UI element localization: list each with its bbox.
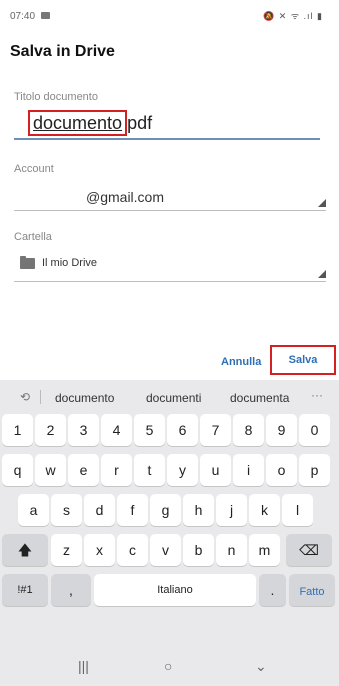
key-g[interactable]: g xyxy=(150,494,181,526)
more-suggestions-icon[interactable]: ··· xyxy=(311,388,323,402)
recents-icon[interactable]: ||| xyxy=(78,658,89,674)
account-select[interactable]: @gmail.com xyxy=(14,181,326,211)
key-v[interactable]: v xyxy=(150,534,181,566)
keyboard: ⟲ documento documenti documenta ··· 1 2 … xyxy=(0,380,339,686)
title-rest-text[interactable]: pdf xyxy=(127,113,152,133)
key-8[interactable]: 8 xyxy=(233,414,264,446)
navigation-bar: ||| ○ ⌄ xyxy=(0,646,339,686)
key-f[interactable]: f xyxy=(117,494,148,526)
key-5[interactable]: 5 xyxy=(134,414,165,446)
dropdown-corner-icon xyxy=(318,199,326,207)
done-key[interactable]: Fatto xyxy=(289,574,335,606)
key-6[interactable]: 6 xyxy=(167,414,198,446)
folder-select[interactable]: Il mio Drive xyxy=(14,250,326,282)
key-4[interactable]: 4 xyxy=(101,414,132,446)
key-x[interactable]: x xyxy=(84,534,115,566)
key-p[interactable]: p xyxy=(299,454,330,486)
suggestion-1[interactable]: documento xyxy=(55,391,114,405)
key-m[interactable]: m xyxy=(249,534,280,566)
folder-label: Cartella xyxy=(14,231,52,243)
key-c[interactable]: c xyxy=(117,534,148,566)
key-z[interactable]: z xyxy=(51,534,82,566)
key-0[interactable]: 0 xyxy=(299,414,330,446)
dialog-title: Salva in Drive xyxy=(10,43,115,60)
title-selected-text[interactable]: documento xyxy=(28,110,128,136)
status-icons: 🔕 ✕ ᯤ .ıl ▮ xyxy=(263,11,323,21)
key-h[interactable]: h xyxy=(183,494,214,526)
key-w[interactable]: w xyxy=(35,454,66,486)
key-s[interactable]: s xyxy=(51,494,82,526)
done-key-label: Fatto xyxy=(299,586,325,598)
key-1[interactable]: 1 xyxy=(2,414,33,446)
period-key[interactable]: . xyxy=(259,574,286,606)
comma-key[interactable]: , xyxy=(51,574,91,606)
key-k[interactable]: k xyxy=(249,494,280,526)
key-q[interactable]: q xyxy=(2,454,33,486)
key-b[interactable]: b xyxy=(183,534,214,566)
folder-value: Il mio Drive xyxy=(42,257,98,269)
key-u[interactable]: u xyxy=(200,454,231,486)
home-icon[interactable]: ○ xyxy=(164,658,172,674)
suggestion-2[interactable]: documenti xyxy=(146,391,201,405)
save-button[interactable]: Salva xyxy=(270,345,336,375)
space-key[interactable]: Italiano xyxy=(94,574,256,606)
cancel-button[interactable]: Annulla xyxy=(221,356,261,368)
account-value: @gmail.com xyxy=(86,189,165,205)
status-time: 07:40 xyxy=(10,11,36,22)
suggestion-toggle-icon[interactable]: ⟲ xyxy=(20,390,30,404)
backspace-key-icon[interactable]: ⌫ xyxy=(286,534,332,566)
key-7[interactable]: 7 xyxy=(200,414,231,446)
suggestion-bar: ⟲ documento documenti documenta ··· xyxy=(0,380,339,414)
symbols-key[interactable]: !#1 xyxy=(2,574,48,606)
title-label: Titolo documento xyxy=(14,91,98,103)
key-a[interactable]: a xyxy=(18,494,49,526)
shift-key-icon[interactable]: 🡅 xyxy=(2,534,48,566)
key-j[interactable]: j xyxy=(216,494,247,526)
back-icon[interactable]: ⌄ xyxy=(255,658,267,675)
key-n[interactable]: n xyxy=(216,534,247,566)
dropdown-corner-icon xyxy=(318,270,326,278)
suggestion-3[interactable]: documenta xyxy=(230,391,289,405)
key-e[interactable]: e xyxy=(68,454,99,486)
suggestion-divider xyxy=(40,390,41,404)
gallery-notification-icon xyxy=(41,12,50,19)
account-label: Account xyxy=(14,163,54,175)
document-title-input[interactable]: documento pdf xyxy=(14,110,320,140)
drive-folder-icon xyxy=(20,256,35,269)
key-o[interactable]: o xyxy=(266,454,297,486)
key-y[interactable]: y xyxy=(167,454,198,486)
key-t[interactable]: t xyxy=(134,454,165,486)
key-r[interactable]: r xyxy=(101,454,132,486)
key-l[interactable]: l xyxy=(282,494,313,526)
key-9[interactable]: 9 xyxy=(266,414,297,446)
key-2[interactable]: 2 xyxy=(35,414,66,446)
status-bar: 07:40 🔕 ✕ ᯤ .ıl ▮ xyxy=(0,0,339,30)
key-3[interactable]: 3 xyxy=(68,414,99,446)
key-i[interactable]: i xyxy=(233,454,264,486)
key-d[interactable]: d xyxy=(84,494,115,526)
